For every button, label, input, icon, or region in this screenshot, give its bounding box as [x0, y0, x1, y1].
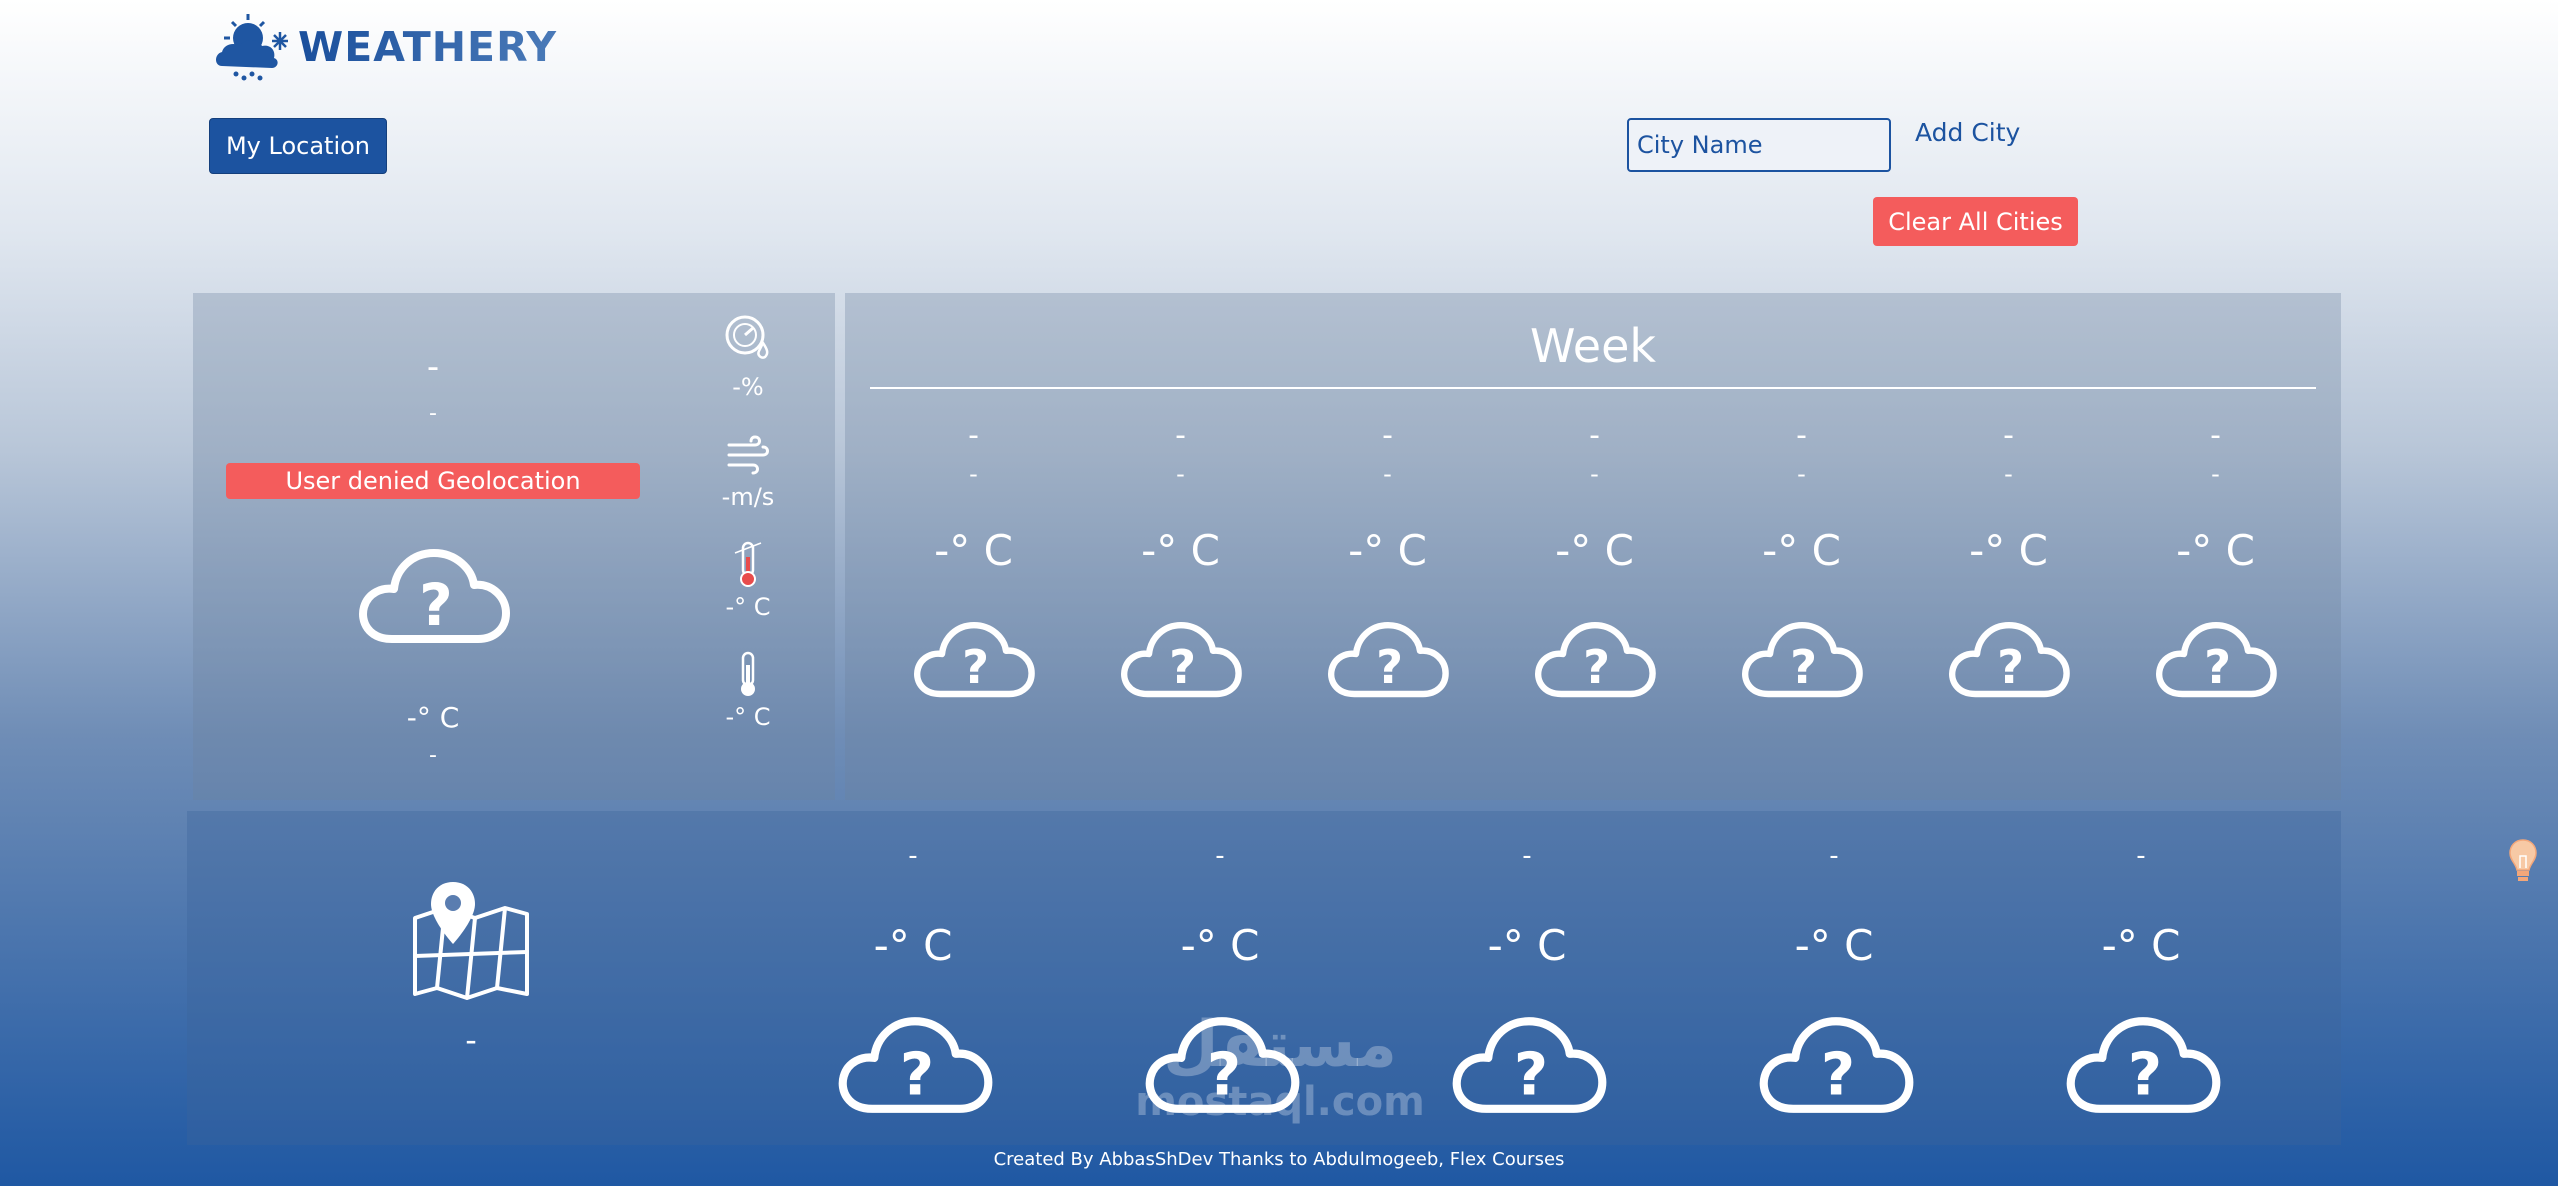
week-day-card: - - -° C [1491, 418, 1698, 758]
watermark-arabic: مستقل [1162, 1008, 1398, 1082]
week-day-card: - - -° C [1698, 418, 1905, 758]
unknown-weather-cloud-icon [910, 614, 1038, 702]
day-temperature: -° C [1762, 526, 1841, 575]
day-temperature: -° C [1141, 526, 1220, 575]
day-name: - [1589, 418, 1600, 453]
day-temperature: -° C [2176, 526, 2255, 575]
week-day-card: - - -° C [1077, 418, 1284, 758]
day-name: - [1382, 418, 1393, 453]
max-temperature-value: -° C [725, 593, 771, 621]
day-name: - [968, 418, 979, 453]
day-date: - [969, 460, 978, 488]
hour-time: - [1215, 841, 1225, 871]
unknown-weather-cloud-icon [2152, 614, 2280, 702]
day-date: - [1176, 460, 1185, 488]
day-name: - [1175, 418, 1186, 453]
watermark-latin: mostaql.com [1135, 1079, 1425, 1125]
day-date: - [2211, 460, 2220, 488]
day-temperature: -° C [1348, 526, 1427, 575]
wind-icon [727, 435, 769, 475]
week-day-card: - - -° C [870, 418, 1077, 758]
day-name: - [1796, 418, 1807, 453]
hour-temperature: -° C [873, 921, 953, 970]
day-date: - [1590, 460, 1599, 488]
day-name: - [2210, 418, 2221, 453]
unknown-weather-cloud-icon [1754, 1007, 1918, 1119]
week-divider [870, 387, 2316, 389]
geolocation-error-badge: User denied Geolocation [226, 463, 640, 499]
unknown-weather-cloud-icon [1447, 1007, 1611, 1119]
unknown-weather-cloud-icon [1324, 614, 1452, 702]
lightbulb-icon[interactable] [2508, 838, 2538, 884]
thermometer-hot-icon [734, 541, 762, 587]
current-extra: - [429, 743, 437, 768]
unknown-weather-cloud-icon [833, 1007, 997, 1119]
day-temperature: -° C [1969, 526, 2048, 575]
current-temperature: -° C [406, 701, 460, 734]
day-temperature: -° C [934, 526, 1013, 575]
footer-credits: Created By AbbasShDev Thanks to Abdulmog… [993, 1149, 1565, 1170]
app-logo: WEATHERY [212, 10, 557, 84]
unknown-weather-cloud-icon [1531, 614, 1659, 702]
hourly-location: - [465, 1021, 477, 1059]
clear-all-cities-button[interactable]: Clear All Cities [1873, 197, 2078, 246]
day-temperature: -° C [1555, 526, 1634, 575]
current-description: - [429, 401, 437, 426]
add-city-link[interactable]: Add City [1915, 118, 2020, 147]
hour-time: - [2136, 841, 2146, 871]
hour-time: - [1522, 841, 1532, 871]
hourly-card: - -° C [1734, 841, 1934, 1121]
city-name-input[interactable] [1627, 118, 1891, 172]
hour-temperature: -° C [1180, 921, 1260, 970]
logo-text: WEATHERY [298, 23, 558, 71]
hourly-card: - -° C [1427, 841, 1627, 1121]
hourly-card: - -° C [2041, 841, 2241, 1121]
current-city: - [426, 347, 440, 387]
day-date: - [2004, 460, 2013, 488]
day-name: - [2003, 418, 2014, 453]
hour-temperature: -° C [1794, 921, 1874, 970]
map-pin-icon [413, 882, 529, 1000]
unknown-weather-cloud-icon [1738, 614, 1866, 702]
unknown-weather-cloud-icon [353, 539, 515, 649]
unknown-weather-cloud-icon [1945, 614, 2073, 702]
my-location-button[interactable]: My Location [209, 118, 387, 174]
day-date: - [1383, 460, 1392, 488]
week-day-card: - - -° C [1905, 418, 2112, 758]
hourly-card: - -° C [813, 841, 1013, 1121]
hour-time: - [1829, 841, 1839, 871]
unknown-weather-cloud-icon [2061, 1007, 2225, 1119]
current-weather-panel: - - User denied Geolocation -° C - -% -m… [193, 293, 835, 800]
humidity-gauge-icon [725, 315, 769, 359]
weather-logo-icon [216, 14, 288, 81]
week-forecast-panel: Week - - -° C - - -° C - - -° C - - -° C… [845, 293, 2341, 800]
hour-temperature: -° C [2101, 921, 2181, 970]
week-day-card: - - -° C [2112, 418, 2319, 758]
humidity-value: -% [732, 373, 764, 401]
week-title: Week [1529, 319, 1657, 373]
min-temperature-value: -° C [725, 703, 771, 731]
day-date: - [1797, 460, 1806, 488]
hour-temperature: -° C [1487, 921, 1567, 970]
watermark: مستقل mostaql.com [1120, 1010, 1440, 1124]
thermometer-icon [741, 651, 755, 696]
unknown-weather-cloud-icon [1117, 614, 1245, 702]
week-day-card: - - -° C [1284, 418, 1491, 758]
wind-value: -m/s [721, 483, 775, 511]
hour-time: - [908, 841, 918, 871]
